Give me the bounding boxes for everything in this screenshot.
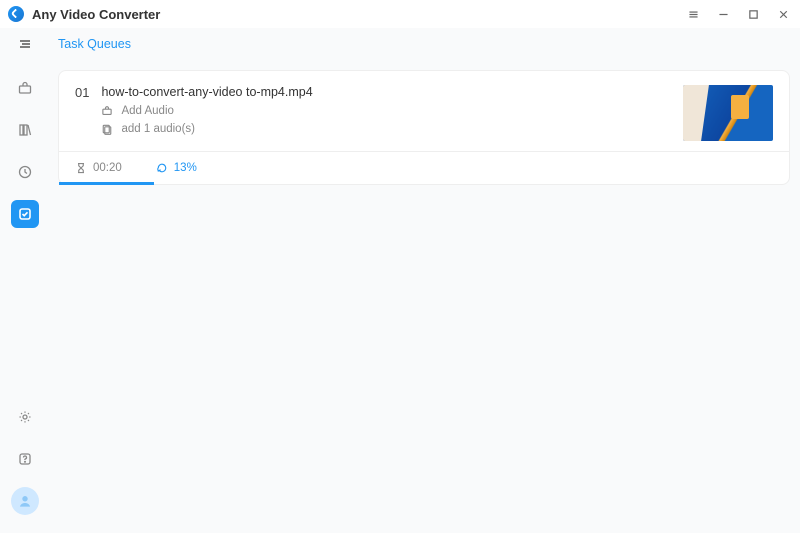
duration-label: 00:20 (93, 162, 122, 174)
close-button[interactable] (774, 5, 792, 23)
minimize-button[interactable] (714, 5, 732, 23)
sidebar-item-help[interactable] (11, 445, 39, 473)
queue-toggle-icon[interactable] (16, 35, 34, 53)
task-thumbnail (683, 85, 773, 141)
maximize-button[interactable] (744, 5, 762, 23)
task-index: 01 (75, 85, 89, 141)
hamburger-icon[interactable] (684, 5, 702, 23)
progress-bar (59, 182, 154, 185)
add-audio-button[interactable]: Add Audio (101, 105, 312, 117)
task-card[interactable]: 01 how-to-convert-any-video to-mp4.mp4 A… (58, 70, 790, 185)
audio-count-row: add 1 audio(s) (101, 123, 312, 135)
sidebar-item-settings[interactable] (11, 403, 39, 431)
app-logo (8, 6, 24, 22)
sidebar-item-library[interactable] (11, 116, 39, 144)
sidebar-item-toolbox[interactable] (11, 74, 39, 102)
main-content: 01 how-to-convert-any-video to-mp4.mp4 A… (50, 60, 800, 533)
audio-count-label: add 1 audio(s) (121, 123, 195, 135)
add-audio-label: Add Audio (121, 105, 173, 117)
topbar: Task Queues (0, 28, 800, 60)
app-title: Any Video Converter (32, 7, 160, 22)
avatar[interactable] (11, 487, 39, 515)
sidebar-item-history[interactable] (11, 158, 39, 186)
task-filename: how-to-convert-any-video to-mp4.mp4 (101, 85, 312, 99)
progress-percent: 13% (174, 162, 197, 174)
task-progress: 13% (156, 162, 197, 174)
titlebar: Any Video Converter (0, 0, 800, 28)
page-title: Task Queues (58, 37, 131, 51)
task-duration: 00:20 (75, 162, 122, 174)
sidebar (0, 60, 50, 533)
sidebar-item-tasks[interactable] (11, 200, 39, 228)
